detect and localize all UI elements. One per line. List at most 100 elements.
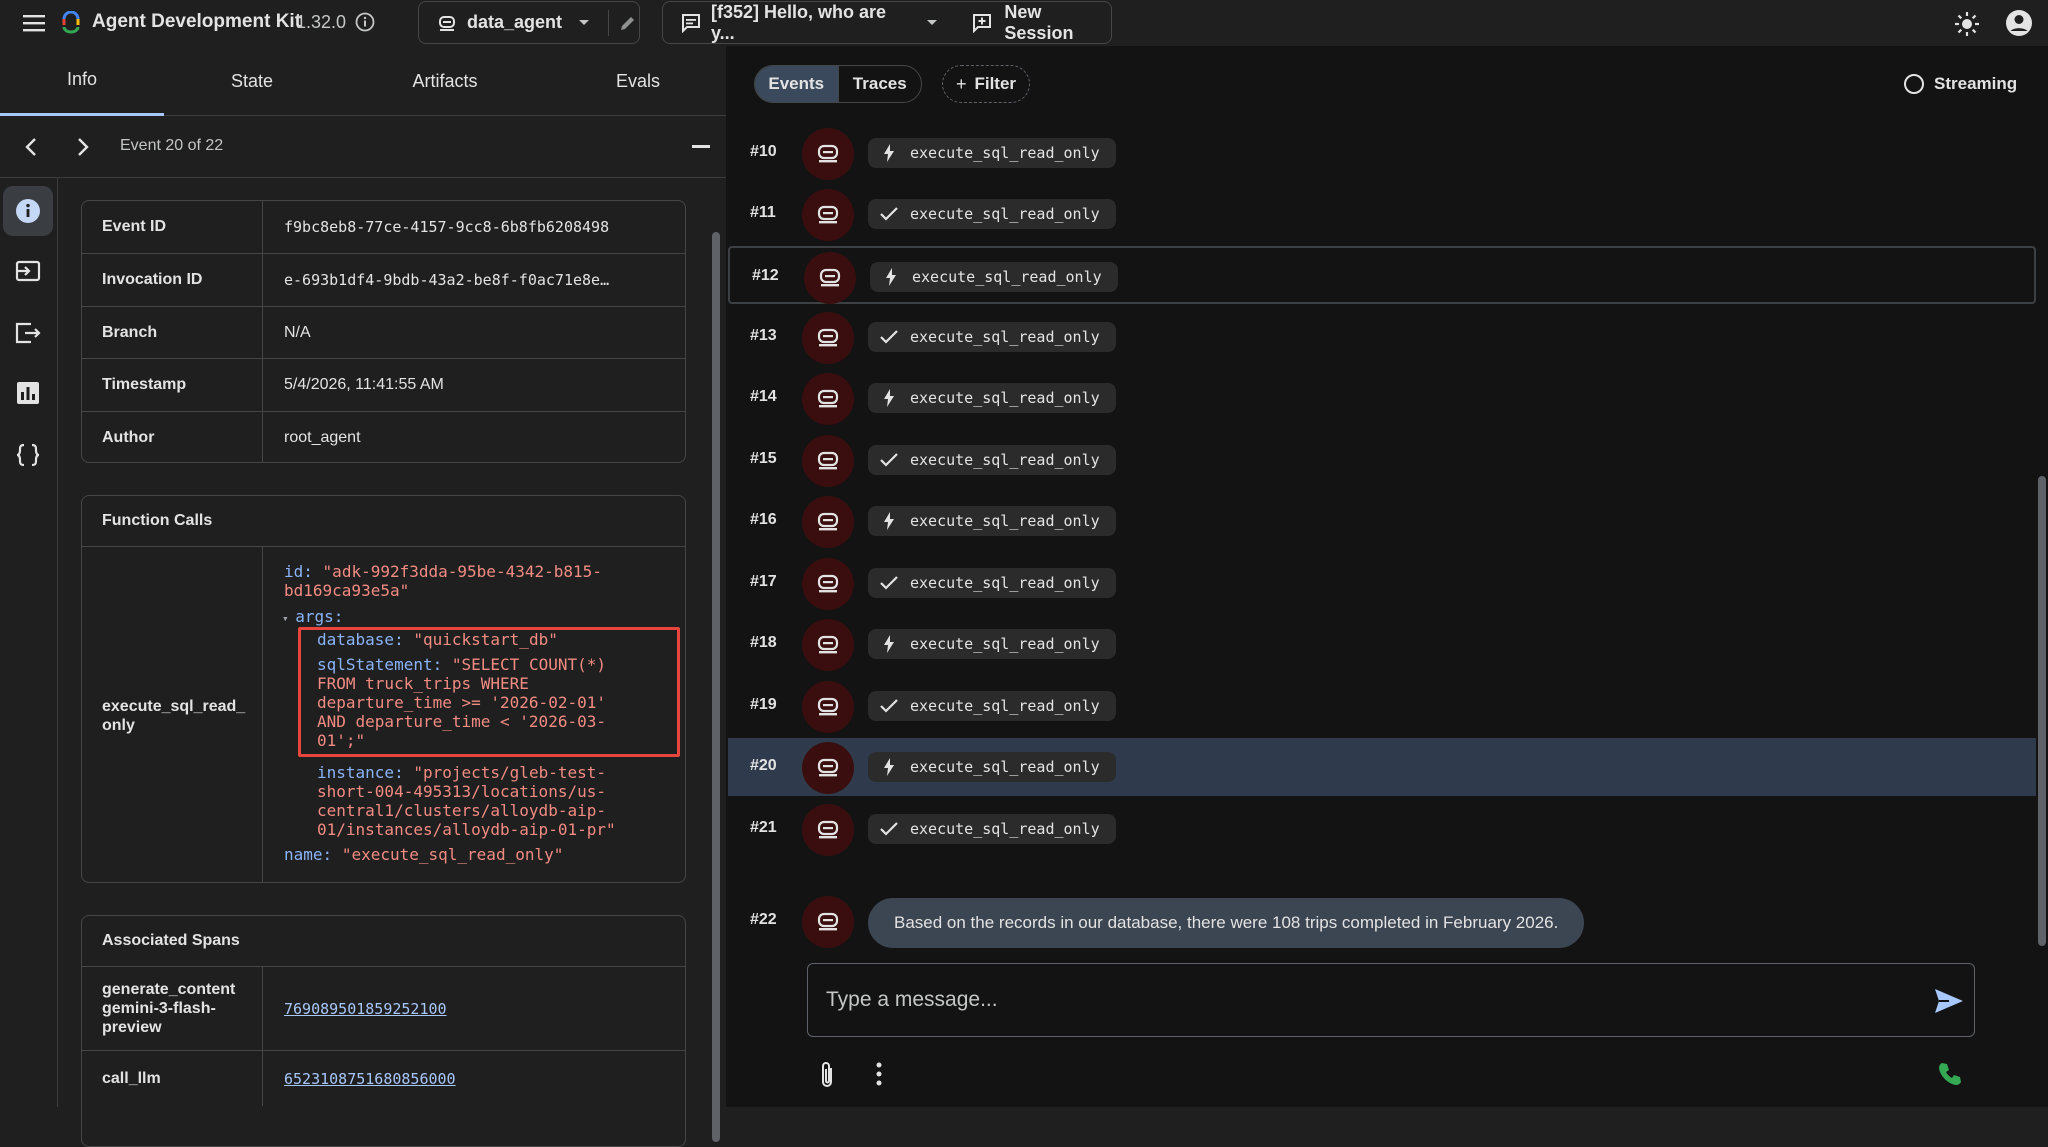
bot-icon <box>817 697 839 716</box>
row-key: Timestamp <box>82 359 263 411</box>
event-row[interactable]: #18 execute_sql_read_only <box>728 615 2036 673</box>
function-chip[interactable]: execute_sql_read_only <box>868 691 1116 721</box>
light-mode-icon[interactable] <box>1953 10 1981 38</box>
function-chip[interactable]: execute_sql_read_only <box>868 568 1116 598</box>
collapse-icon[interactable] <box>692 145 710 148</box>
event-row[interactable]: #12 execute_sql_read_only <box>728 246 2036 304</box>
row-key: Event ID <box>82 201 263 253</box>
row-value: N/A <box>284 323 311 341</box>
filter-button[interactable]: + Filter <box>942 65 1030 103</box>
bot-icon <box>817 144 839 163</box>
row-key: Branch <box>82 307 263 358</box>
function-chip[interactable]: execute_sql_read_only <box>868 506 1116 536</box>
event-row[interactable]: #19 execute_sql_read_only <box>728 677 2036 735</box>
tab-state[interactable]: State <box>170 46 334 116</box>
traces-toggle[interactable]: Traces <box>837 66 922 102</box>
message-input[interactable] <box>826 964 1926 1036</box>
new-session-button[interactable]: New Session <box>972 2 1111 44</box>
events-toggle[interactable]: Events <box>755 66 838 102</box>
function-chip[interactable]: execute_sql_read_only <box>868 322 1116 352</box>
agent-select[interactable]: data_agent <box>418 1 640 44</box>
row-value: root_agent <box>284 429 361 446</box>
agent-avatar <box>802 742 854 794</box>
row-value: f9bc8eb8-77ce-4157-9cc8-6b8fb6208498 <box>284 218 610 236</box>
panel-scrollbar[interactable] <box>712 232 720 1142</box>
event-number: #22 <box>750 911 777 928</box>
agent-avatar <box>802 804 854 856</box>
span-id-link[interactable]: 6523108751680856000 <box>284 1070 456 1088</box>
bolt-icon <box>882 268 900 286</box>
function-chip[interactable]: execute_sql_read_only <box>870 262 1118 292</box>
info-icon[interactable] <box>354 11 376 33</box>
event-row[interactable]: #10 execute_sql_read_only <box>728 124 2036 182</box>
chevron-right-icon[interactable] <box>76 136 90 158</box>
function-chip[interactable]: execute_sql_read_only <box>868 629 1116 659</box>
add-chat-icon <box>972 13 992 33</box>
row-value: 5/4/2026, 11:41:55 AM <box>284 376 444 393</box>
graph-button[interactable] <box>3 368 53 418</box>
function-chip[interactable]: execute_sql_read_only <box>868 138 1116 168</box>
event-number: #17 <box>750 573 777 590</box>
span-name-cell: call_llm <box>82 1051 263 1106</box>
event-row[interactable]: #15 execute_sql_read_only <box>728 431 2036 489</box>
event-navigator: Event 20 of 22 <box>0 116 726 178</box>
event-number: #20 <box>750 757 777 774</box>
agent-avatar <box>802 681 854 733</box>
event-row[interactable]: #20 execute_sql_read_only <box>728 738 2036 796</box>
function-chip-label: execute_sql_read_only <box>910 758 1100 776</box>
streaming-toggle[interactable]: Streaming <box>1904 66 2017 102</box>
chevron-left-icon[interactable] <box>24 136 38 158</box>
account-icon[interactable] <box>2004 8 2034 38</box>
more-vert-icon[interactable] <box>876 1062 882 1086</box>
span-id-link[interactable]: 769089501859252100 <box>284 1000 447 1018</box>
event-row[interactable]: #17 execute_sql_read_only <box>728 554 2036 612</box>
tab-evals[interactable]: Evals <box>556 46 720 116</box>
call-icon[interactable] <box>1936 1060 1964 1088</box>
args-toggle[interactable]: ▾ args: <box>282 607 343 628</box>
response-button[interactable] <box>3 308 53 358</box>
side-panel: Info State Artifacts Evals Event 20 of 2… <box>0 46 726 1147</box>
agent-avatar <box>802 373 854 425</box>
span-name-line: gemini-3-flash- <box>102 1000 216 1017</box>
agent-avatar <box>802 896 854 948</box>
check-icon <box>880 820 898 838</box>
function-args-viewer: id: "adk-992f3dda-95be-4342-b815- bd169c… <box>264 547 685 882</box>
bot-icon <box>817 389 839 408</box>
tab-artifacts[interactable]: Artifacts <box>360 46 530 116</box>
table-row: Author root_agent <box>82 411 685 462</box>
attach-icon[interactable] <box>818 1060 836 1090</box>
function-chip[interactable]: execute_sql_read_only <box>868 752 1116 782</box>
bolt-icon <box>880 512 898 530</box>
event-number: #14 <box>750 388 777 405</box>
bolt-icon <box>880 144 898 162</box>
event-info-button[interactable] <box>3 186 53 236</box>
function-chip[interactable]: execute_sql_read_only <box>868 814 1116 844</box>
edit-icon[interactable] <box>619 14 637 32</box>
send-icon[interactable] <box>1934 988 1964 1014</box>
event-row[interactable]: #16 execute_sql_read_only <box>728 492 2036 550</box>
bolt-icon <box>880 635 898 653</box>
bot-icon <box>817 574 839 593</box>
event-row[interactable]: #14 execute_sql_read_only <box>728 369 2036 427</box>
event-row[interactable]: #11 execute_sql_read_only <box>728 185 2036 243</box>
function-chip[interactable]: execute_sql_read_only <box>868 199 1116 229</box>
span-name-cell: generate_content gemini-3-flash- preview <box>82 967 263 1050</box>
request-button[interactable] <box>3 246 53 296</box>
function-chip[interactable]: execute_sql_read_only <box>868 383 1116 413</box>
events-scrollbar[interactable] <box>2038 476 2046 946</box>
event-row[interactable]: #13 execute_sql_read_only <box>728 308 2036 366</box>
function-chip[interactable]: execute_sql_read_only <box>868 445 1116 475</box>
table-row: Timestamp 5/4/2026, 11:41:55 AM <box>82 358 685 411</box>
message-input-box <box>807 963 1975 1037</box>
event-row[interactable]: #21 execute_sql_read_only <box>728 800 2036 858</box>
agent-avatar <box>802 312 854 364</box>
function-chip-label: execute_sql_read_only <box>910 451 1100 469</box>
function-chip-label: execute_sql_read_only <box>910 205 1100 223</box>
menu-icon[interactable] <box>20 10 48 36</box>
session-select[interactable]: [f352] Hello, who are y... New Session <box>662 1 1112 44</box>
event-row[interactable]: #22 Based on the records in our database… <box>728 892 2036 950</box>
json-button[interactable] <box>3 430 53 480</box>
check-icon <box>880 697 898 715</box>
tab-info[interactable]: Info <box>0 46 164 116</box>
detail-rail <box>0 178 58 1107</box>
